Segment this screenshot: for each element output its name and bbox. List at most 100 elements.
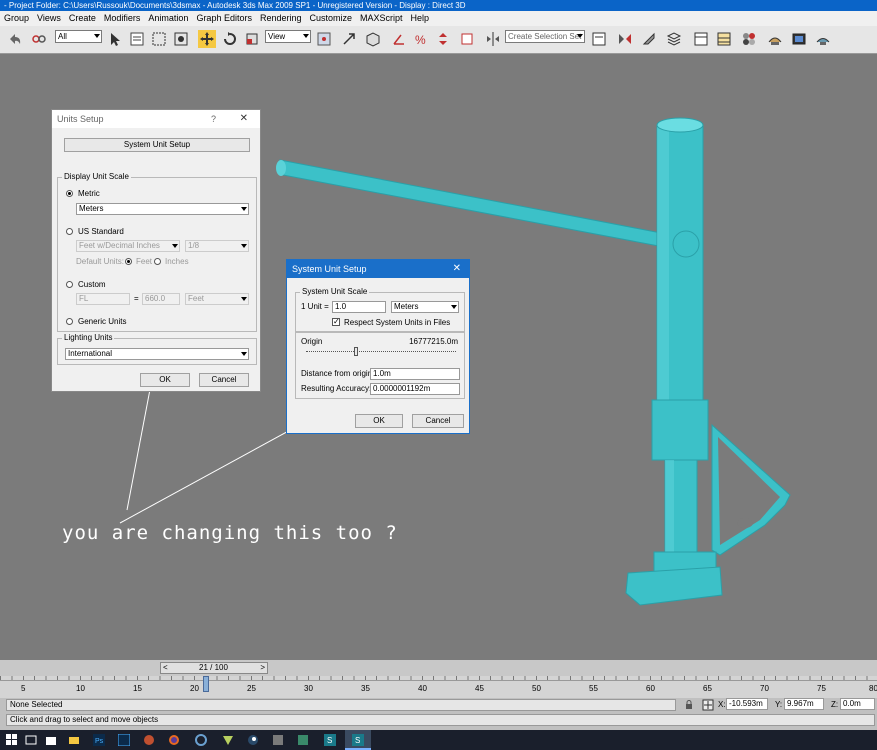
us-units-dropdown[interactable]: Feet w/Decimal Inches: [76, 240, 180, 252]
tick-label: 35: [361, 684, 370, 693]
us-fraction-dropdown[interactable]: 1/8: [185, 240, 249, 252]
firefox-icon[interactable]: [168, 734, 180, 746]
region-select-icon[interactable]: [150, 30, 168, 48]
app-icon[interactable]: [297, 734, 309, 746]
rotate-icon[interactable]: [221, 30, 239, 48]
undo-icon[interactable]: [6, 30, 24, 48]
select-by-name-icon[interactable]: [128, 30, 146, 48]
material-table-icon[interactable]: [715, 30, 733, 48]
app-icon[interactable]: [272, 734, 284, 746]
link-icon[interactable]: [30, 30, 48, 48]
3ds-max-icon[interactable]: S: [324, 734, 336, 746]
metric-radio[interactable]: [66, 190, 73, 197]
mirror-icon[interactable]: [484, 30, 502, 48]
generic-units-radio[interactable]: [66, 318, 73, 325]
percent-snap-icon[interactable]: %: [412, 30, 430, 48]
track-bar[interactable]: 5 10 15 20 25 30 35 40 45 50 55 60 65 70…: [0, 676, 877, 698]
edit-named-selection-icon[interactable]: [458, 30, 476, 48]
named-selection-set-dropdown[interactable]: Create Selection Set: [505, 30, 585, 43]
menu-customize[interactable]: Customize: [306, 11, 357, 26]
align-icon[interactable]: [640, 30, 658, 48]
quick-render-icon[interactable]: [814, 30, 832, 48]
taskbar-active-app[interactable]: S: [345, 730, 371, 750]
menu-graph-editors[interactable]: Graph Editors: [192, 11, 256, 26]
tick-label: 40: [418, 684, 427, 693]
track-ticks: [0, 676, 877, 681]
inches-radio[interactable]: [154, 258, 161, 265]
rendered-frame-window-icon[interactable]: [790, 30, 808, 48]
menu-animation[interactable]: Animation: [144, 11, 192, 26]
file-explorer-icon[interactable]: [68, 734, 80, 746]
lighting-units-dropdown[interactable]: International: [65, 348, 249, 360]
feet-radio[interactable]: [125, 258, 132, 265]
menu-rendering[interactable]: Rendering: [256, 11, 306, 26]
app-icon[interactable]: [118, 734, 130, 746]
z-coord-label: Z:: [831, 700, 839, 709]
app-icon[interactable]: [143, 734, 155, 746]
close-icon[interactable]: ✕: [453, 260, 461, 278]
prev-frame-icon[interactable]: <: [163, 663, 168, 672]
store-icon[interactable]: [45, 734, 57, 746]
angle-snap-icon[interactable]: [390, 30, 408, 48]
schematic-view-icon[interactable]: [590, 30, 608, 48]
menu-modifiers[interactable]: Modifiers: [100, 11, 145, 26]
menu-maxscript[interactable]: MAXScript: [356, 11, 407, 26]
help-icon[interactable]: ?: [211, 110, 216, 128]
custom-value-input[interactable]: 660.0: [142, 293, 180, 305]
time-marker[interactable]: [203, 676, 209, 692]
tick-label: 45: [475, 684, 484, 693]
absolute-mode-icon[interactable]: [702, 699, 714, 711]
photoshop-icon[interactable]: Ps: [93, 734, 105, 746]
mirror-tool-icon[interactable]: [616, 30, 634, 48]
task-view-icon[interactable]: [25, 734, 37, 746]
material-editor-icon[interactable]: [740, 30, 758, 48]
custom-name-input[interactable]: FL: [76, 293, 130, 305]
chevron-down-icon: [241, 352, 247, 356]
scale-icon[interactable]: [243, 30, 261, 48]
app-icon[interactable]: [222, 734, 234, 746]
reference-coordinate-dropdown[interactable]: View: [265, 30, 311, 43]
custom-unit-dropdown[interactable]: Feet: [185, 293, 249, 305]
model-foot: [625, 566, 723, 606]
unit-value-input[interactable]: 1.0: [332, 301, 386, 313]
chevron-down-icon: [451, 305, 457, 309]
unit-type-dropdown[interactable]: Meters: [391, 301, 459, 313]
units-cancel-button[interactable]: Cancel: [199, 373, 249, 387]
selection-filter-dropdown[interactable]: All: [55, 30, 102, 43]
render-setup-icon[interactable]: [766, 30, 784, 48]
time-slider[interactable]: < 21 / 100 >: [160, 662, 268, 674]
steam-icon[interactable]: [247, 734, 259, 746]
snaps-toggle-icon[interactable]: [364, 30, 382, 48]
origin-slider-thumb[interactable]: [354, 347, 358, 356]
menu-views[interactable]: Views: [33, 11, 65, 26]
close-icon[interactable]: ✕: [240, 110, 248, 128]
system-cancel-button[interactable]: Cancel: [412, 414, 464, 428]
distance-from-origin-input[interactable]: 1.0m: [370, 368, 460, 380]
x-coord-input[interactable]: -10.593m: [726, 698, 768, 710]
metric-units-dropdown[interactable]: Meters: [76, 203, 249, 215]
respect-units-checkbox[interactable]: ✓: [332, 318, 340, 326]
custom-radio[interactable]: [66, 281, 73, 288]
lock-icon[interactable]: [684, 700, 694, 710]
y-coord-input[interactable]: 9.967m: [784, 698, 824, 710]
origin-slider-track[interactable]: [306, 351, 456, 352]
pivot-center-icon[interactable]: [315, 30, 333, 48]
app-icon[interactable]: [195, 734, 207, 746]
window-crossing-icon[interactable]: [172, 30, 190, 48]
units-ok-button[interactable]: OK: [140, 373, 190, 387]
us-standard-radio[interactable]: [66, 228, 73, 235]
menu-group[interactable]: Group: [0, 11, 33, 26]
curve-editor-icon[interactable]: [692, 30, 710, 48]
layer-manager-icon[interactable]: [665, 30, 683, 48]
spinner-snap-icon[interactable]: [434, 30, 452, 48]
move-icon[interactable]: [198, 30, 216, 48]
menu-help[interactable]: Help: [407, 11, 434, 26]
menu-create[interactable]: Create: [65, 11, 100, 26]
system-unit-setup-button[interactable]: System Unit Setup: [64, 138, 250, 152]
windows-start-icon[interactable]: [6, 734, 18, 746]
select-arrow-icon[interactable]: [106, 30, 124, 48]
next-frame-icon[interactable]: >: [260, 663, 265, 672]
z-coord-input[interactable]: 0.0m: [840, 698, 875, 710]
select-manipulate-icon[interactable]: [340, 30, 358, 48]
system-ok-button[interactable]: OK: [355, 414, 403, 428]
